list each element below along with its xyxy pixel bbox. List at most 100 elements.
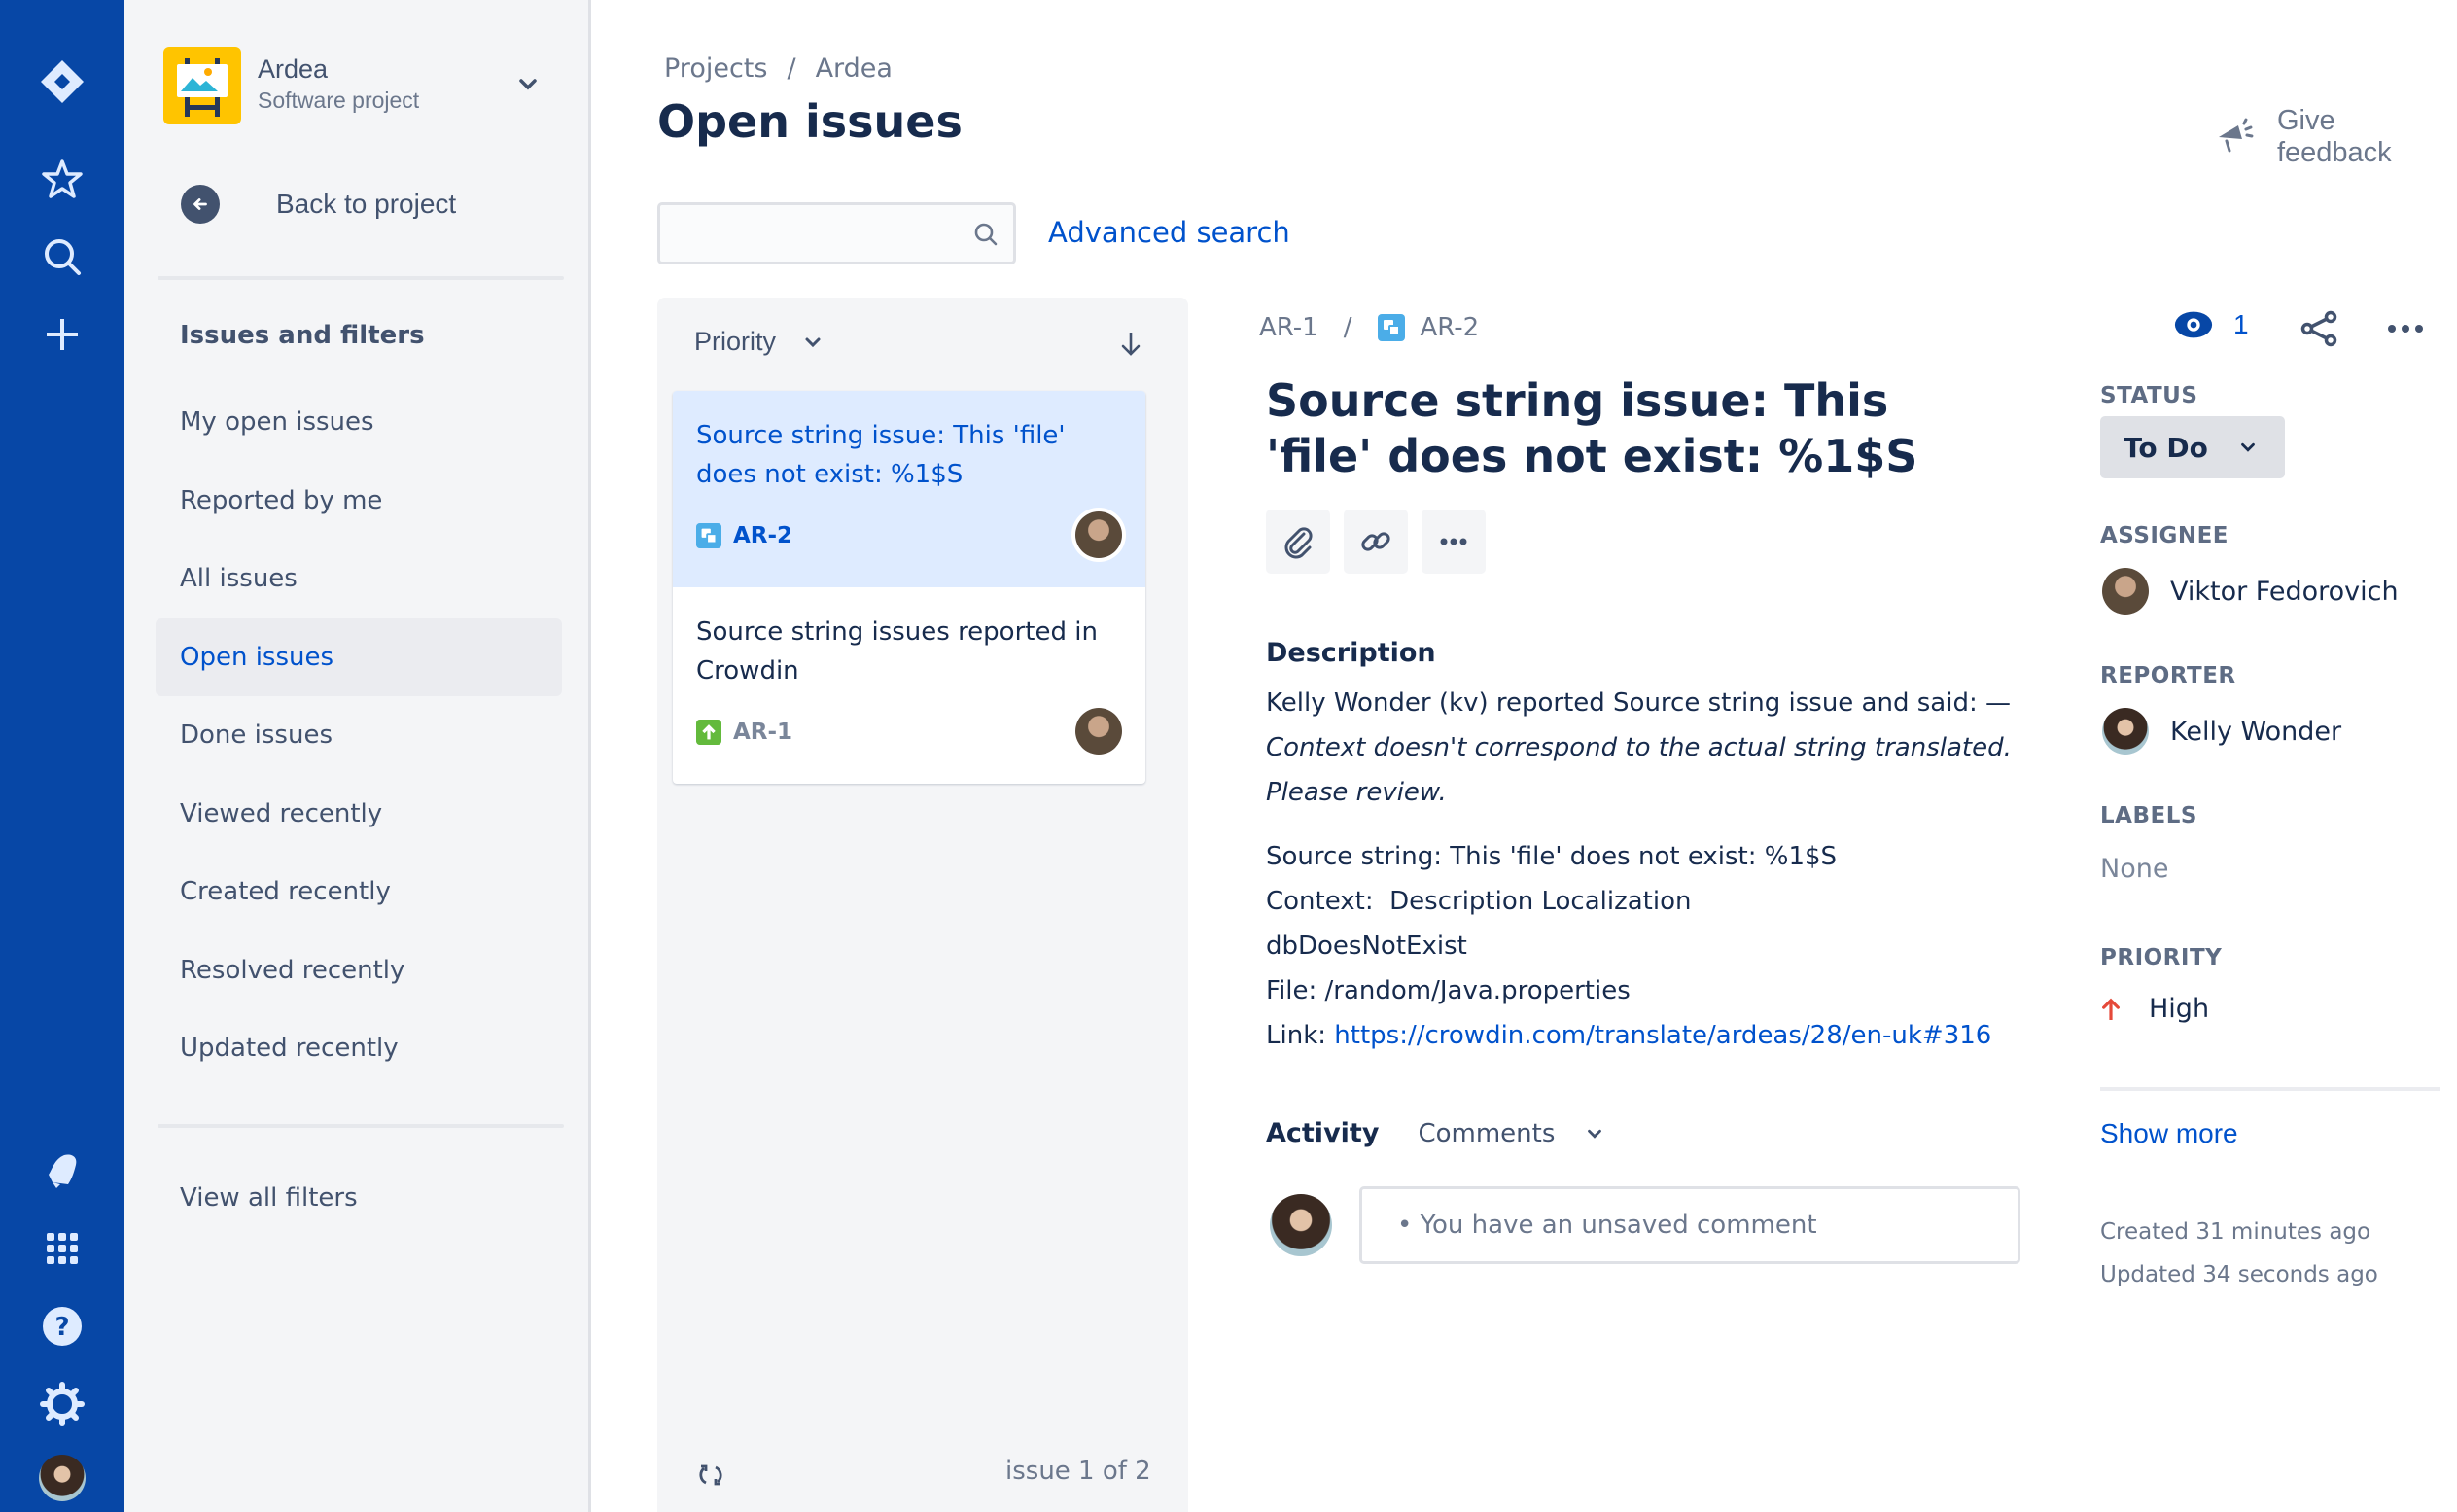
sidebar-item-my-open-issues[interactable]: My open issues [156, 383, 562, 461]
description-source-string: Source string: This 'file' does not exis… [1266, 842, 1838, 871]
link-icon [1361, 532, 1390, 551]
issue-card-title: Source string issues reported in Crowdin [696, 617, 1098, 686]
project-sidebar: Ardea Software project Back to project I… [124, 0, 591, 1512]
description-body[interactable]: Kelly Wonder (kv) reported Source string… [1266, 681, 2024, 1058]
sidebar-item-created-recently[interactable]: Created recently [156, 853, 562, 931]
assignee-avatar [2102, 568, 2149, 615]
assignee-label: ASSIGNEE [2100, 523, 2229, 548]
priority-high-icon [2102, 998, 2120, 1020]
search-input[interactable] [660, 205, 1013, 262]
reporter-name: Kelly Wonder [2170, 716, 2342, 747]
reporter-field[interactable]: Kelly Wonder [2102, 708, 2341, 755]
svg-text:?: ? [54, 1313, 69, 1342]
divider [158, 276, 564, 280]
story-icon [696, 720, 721, 745]
activity-filter-label: Comments [1418, 1118, 1556, 1148]
breadcrumb: Projects / Ardea [664, 53, 893, 84]
watch-button[interactable]: 1 [2173, 309, 2249, 340]
sidebar-item-resolved-recently[interactable]: Resolved recently [156, 932, 562, 1009]
jira-logo-icon[interactable] [33, 53, 91, 111]
watcher-count: 1 [2233, 309, 2249, 339]
labels-value[interactable]: None [2100, 854, 2168, 884]
grid-icon[interactable] [33, 1219, 91, 1278]
assignee-avatar [1075, 708, 1122, 755]
reporter-label: REPORTER [2100, 663, 2236, 688]
give-feedback-button[interactable]: Give feedback [2217, 105, 2457, 169]
show-more-link[interactable]: Show more [2100, 1118, 2238, 1149]
status-label: STATUS [2100, 383, 2198, 408]
assignee-name: Viktor Fedorovich [2170, 576, 2399, 607]
arrow-left-icon [181, 185, 220, 224]
eye-icon [2174, 311, 2213, 338]
description-quote-1: Context doesn't correspond to the actual… [1266, 733, 2012, 762]
chevron-down-icon[interactable] [513, 70, 543, 99]
sidebar-item-all-issues[interactable]: All issues [156, 540, 562, 617]
issue-title[interactable]: Source string issue: This 'file' does no… [1266, 373, 1966, 484]
more-icon [1440, 538, 1467, 545]
description-quote-2: Please review. [1266, 778, 1447, 807]
description-context: Context: Description Localization [1266, 887, 1692, 916]
issue-card[interactable]: Source string issues reported in Crowdin… [673, 587, 1145, 784]
share-icon[interactable] [2299, 309, 2338, 348]
priority-label: PRIORITY [2100, 945, 2223, 970]
sort-field-dropdown[interactable]: Priority [694, 327, 825, 357]
breadcrumb-separator: / [1343, 313, 1352, 342]
sidebar-item-updated-recently[interactable]: Updated recently [156, 1009, 562, 1087]
project-name: Ardea [258, 54, 329, 84]
parent-issue-link[interactable]: AR-1 [1259, 313, 1318, 342]
sidebar-item-open-issues[interactable]: Open issues [156, 617, 562, 696]
updated-timestamp: Updated 34 seconds ago [2100, 1262, 2378, 1287]
star-icon[interactable] [33, 150, 91, 208]
chevron-down-icon [2240, 442, 2255, 452]
activity-filter-dropdown[interactable]: Comments [1418, 1119, 1605, 1148]
search-box [657, 202, 1016, 264]
priority-field[interactable]: High [2100, 994, 2209, 1024]
priority-value: High [2149, 994, 2210, 1024]
divider [158, 1124, 564, 1128]
profile-avatar[interactable] [33, 1449, 91, 1507]
activity-header: Activity Comments [1266, 1118, 1605, 1148]
project-type: Software project [258, 88, 420, 113]
crowdin-link[interactable]: https://crowdin.com/translate/ardeas/28/… [1334, 1021, 1991, 1050]
issue-card-title: Source string issue: This 'file' does no… [696, 421, 1066, 489]
breadcrumb-projects[interactable]: Projects [664, 53, 767, 84]
description-identifier: dbDoesNotExist [1266, 932, 1467, 961]
sort-field-label: Priority [694, 327, 777, 356]
issue-count: issue 1 of 2 [1005, 1457, 1151, 1486]
sidebar-item-reported-by-me[interactable]: Reported by me [156, 462, 562, 540]
description-label: Description [1266, 638, 1436, 668]
gear-icon[interactable] [33, 1375, 91, 1433]
breadcrumb-project[interactable]: Ardea [816, 53, 893, 84]
give-feedback-label: Give feedback [2276, 105, 2392, 168]
advanced-search-link[interactable]: Advanced search [1048, 216, 1290, 249]
help-icon[interactable]: ? [33, 1297, 91, 1355]
sort-descending-icon[interactable] [1116, 327, 1145, 362]
search-icon[interactable] [972, 221, 1000, 248]
status-dropdown[interactable]: To Do [2100, 416, 2285, 478]
issue-key-link[interactable]: AR-2 [1421, 313, 1480, 342]
labels-label: LABELS [2100, 803, 2197, 828]
back-to-project-button[interactable]: Back to project [181, 185, 456, 224]
link-issue-button[interactable] [1344, 510, 1408, 574]
description-intro: Kelly Wonder (kv) reported Source string… [1266, 688, 2011, 718]
issue-breadcrumb: AR-1 / AR-2 [1259, 313, 1479, 342]
megaphone-icon [2218, 118, 2254, 153]
plus-icon[interactable] [33, 305, 91, 364]
issue-card-key-row: AR-1 [696, 720, 792, 745]
description-link-prefix: Link: [1266, 1021, 1335, 1050]
activity-label: Activity [1266, 1118, 1380, 1148]
issue-card[interactable]: Source string issue: This 'file' does no… [673, 391, 1145, 587]
sidebar-item-viewed-recently[interactable]: Viewed recently [156, 775, 562, 853]
bell-icon[interactable] [33, 1142, 91, 1200]
search-icon[interactable] [33, 228, 91, 286]
comment-input[interactable]: • You have an unsaved comment [1359, 1186, 2020, 1264]
assignee-field[interactable]: Viktor Fedorovich [2102, 568, 2399, 615]
section-heading: Issues and filters [180, 321, 425, 350]
more-icon[interactable] [2382, 313, 2429, 344]
sidebar-item-done-issues[interactable]: Done issues [156, 696, 562, 774]
more-actions-button[interactable] [1422, 510, 1486, 574]
refresh-icon[interactable] [696, 1460, 725, 1490]
attach-button[interactable] [1266, 510, 1330, 574]
back-to-project-label: Back to project [276, 189, 457, 219]
view-all-filters-link[interactable]: View all filters [156, 1159, 562, 1237]
